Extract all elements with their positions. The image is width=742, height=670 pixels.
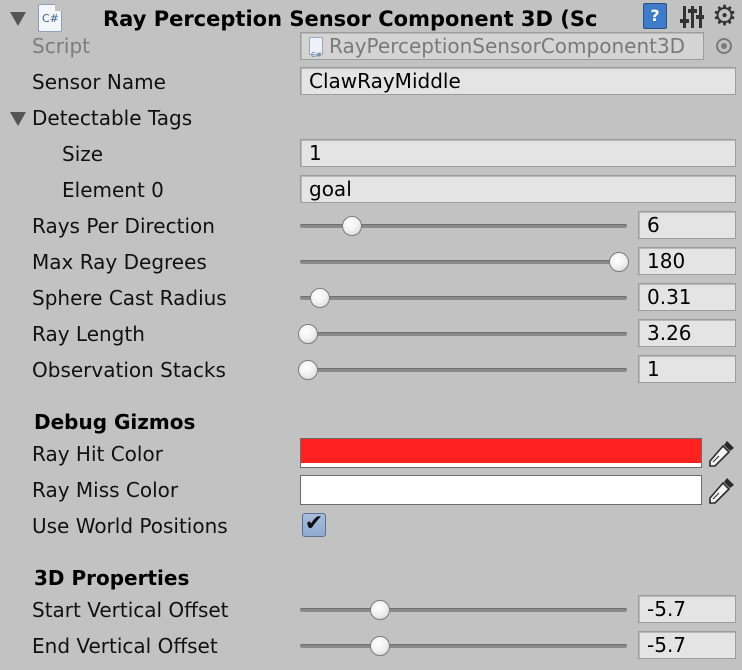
tags-element-label: Element 0: [62, 178, 164, 202]
observation-stacks-slider-thumb[interactable]: [298, 360, 318, 380]
start-vertical-offset-field[interactable]: -5.7: [638, 595, 736, 623]
sphere-cast-radius-field[interactable]: 0.31: [638, 283, 736, 311]
end-vertical-offset-field[interactable]: -5.7: [638, 631, 736, 659]
inspector-component-panel: C# Ray Perception Sensor Component 3D (S…: [0, 0, 742, 670]
help-icon[interactable]: ?: [643, 3, 667, 29]
csharp-script-icon: C#: [309, 37, 323, 59]
rays-per-direction-label: Rays Per Direction: [32, 214, 215, 238]
max-ray-degrees-slider-thumb[interactable]: [609, 252, 629, 272]
foldout-arrow-icon[interactable]: [10, 112, 26, 126]
script-value: RayPerceptionSensorComponent3D: [329, 34, 686, 58]
sphere-cast-radius-label: Sphere Cast Radius: [32, 286, 227, 310]
alpha-bar: [301, 500, 701, 504]
component-title: Ray Perception Sensor Component 3D (Scri…: [103, 7, 598, 31]
observation-stacks-field[interactable]: 1: [638, 355, 736, 383]
ray-length-field[interactable]: 3.26: [638, 319, 736, 347]
gear-icon[interactable]: ⚙: [712, 0, 742, 32]
tags-size-label: Size: [62, 142, 104, 166]
ray-length-label: Ray Length: [32, 322, 145, 346]
start-vertical-offset-slider[interactable]: [300, 608, 627, 612]
component-header[interactable]: C# Ray Perception Sensor Component 3D (S…: [0, 0, 742, 36]
sphere-cast-radius-slider[interactable]: [300, 296, 627, 300]
tags-size-field[interactable]: 1: [300, 139, 736, 167]
3d-properties-heading: 3D Properties: [34, 566, 190, 590]
start-vertical-offset-slider-thumb[interactable]: [369, 600, 390, 620]
checkmark-icon: ✔: [304, 511, 324, 536]
sensor-name-label: Sensor Name: [32, 70, 166, 94]
ray-miss-color-label: Ray Miss Color: [32, 478, 179, 502]
tags-element-field[interactable]: goal: [300, 175, 736, 203]
ray-hit-color-label: Ray Hit Color: [32, 442, 163, 466]
object-picker-icon[interactable]: [716, 38, 732, 54]
max-ray-degrees-field[interactable]: 180: [638, 247, 736, 275]
sphere-cast-radius-slider-thumb[interactable]: [310, 288, 331, 308]
alpha-bar: [301, 463, 701, 467]
rays-per-direction-slider-thumb[interactable]: [341, 216, 362, 236]
max-ray-degrees-slider[interactable]: [300, 260, 627, 264]
sensor-name-field[interactable]: ClawRayMiddle: [300, 67, 736, 95]
script-object-field[interactable]: C# RayPerceptionSensorComponent3D: [300, 32, 704, 60]
use-world-positions-label: Use World Positions: [32, 514, 228, 538]
max-ray-degrees-label: Max Ray Degrees: [32, 250, 207, 274]
foldout-arrow-icon[interactable]: [10, 12, 26, 26]
end-vertical-offset-slider[interactable]: [300, 644, 627, 648]
ray-length-slider-thumb[interactable]: [298, 324, 318, 344]
detectable-tags-label[interactable]: Detectable Tags: [32, 106, 192, 130]
eyedropper-icon[interactable]: [707, 438, 737, 468]
use-world-positions-checkbox[interactable]: ✔: [302, 513, 326, 537]
eyedropper-icon[interactable]: [707, 475, 737, 505]
end-vertical-offset-slider-thumb[interactable]: [369, 636, 390, 656]
ray-length-slider[interactable]: [300, 332, 627, 336]
rays-per-direction-field[interactable]: 6: [638, 211, 736, 239]
debug-gizmos-heading: Debug Gizmos: [34, 410, 196, 434]
presets-icon[interactable]: [680, 3, 704, 31]
observation-stacks-slider[interactable]: [300, 368, 627, 372]
csharp-script-icon: C#: [38, 4, 62, 32]
ray-hit-color-swatch[interactable]: [300, 438, 702, 468]
start-vertical-offset-label: Start Vertical Offset: [32, 598, 229, 622]
observation-stacks-label: Observation Stacks: [32, 358, 226, 382]
ray-miss-color-swatch[interactable]: [300, 475, 702, 505]
end-vertical-offset-label: End Vertical Offset: [32, 634, 218, 658]
script-label: Script: [32, 34, 91, 58]
